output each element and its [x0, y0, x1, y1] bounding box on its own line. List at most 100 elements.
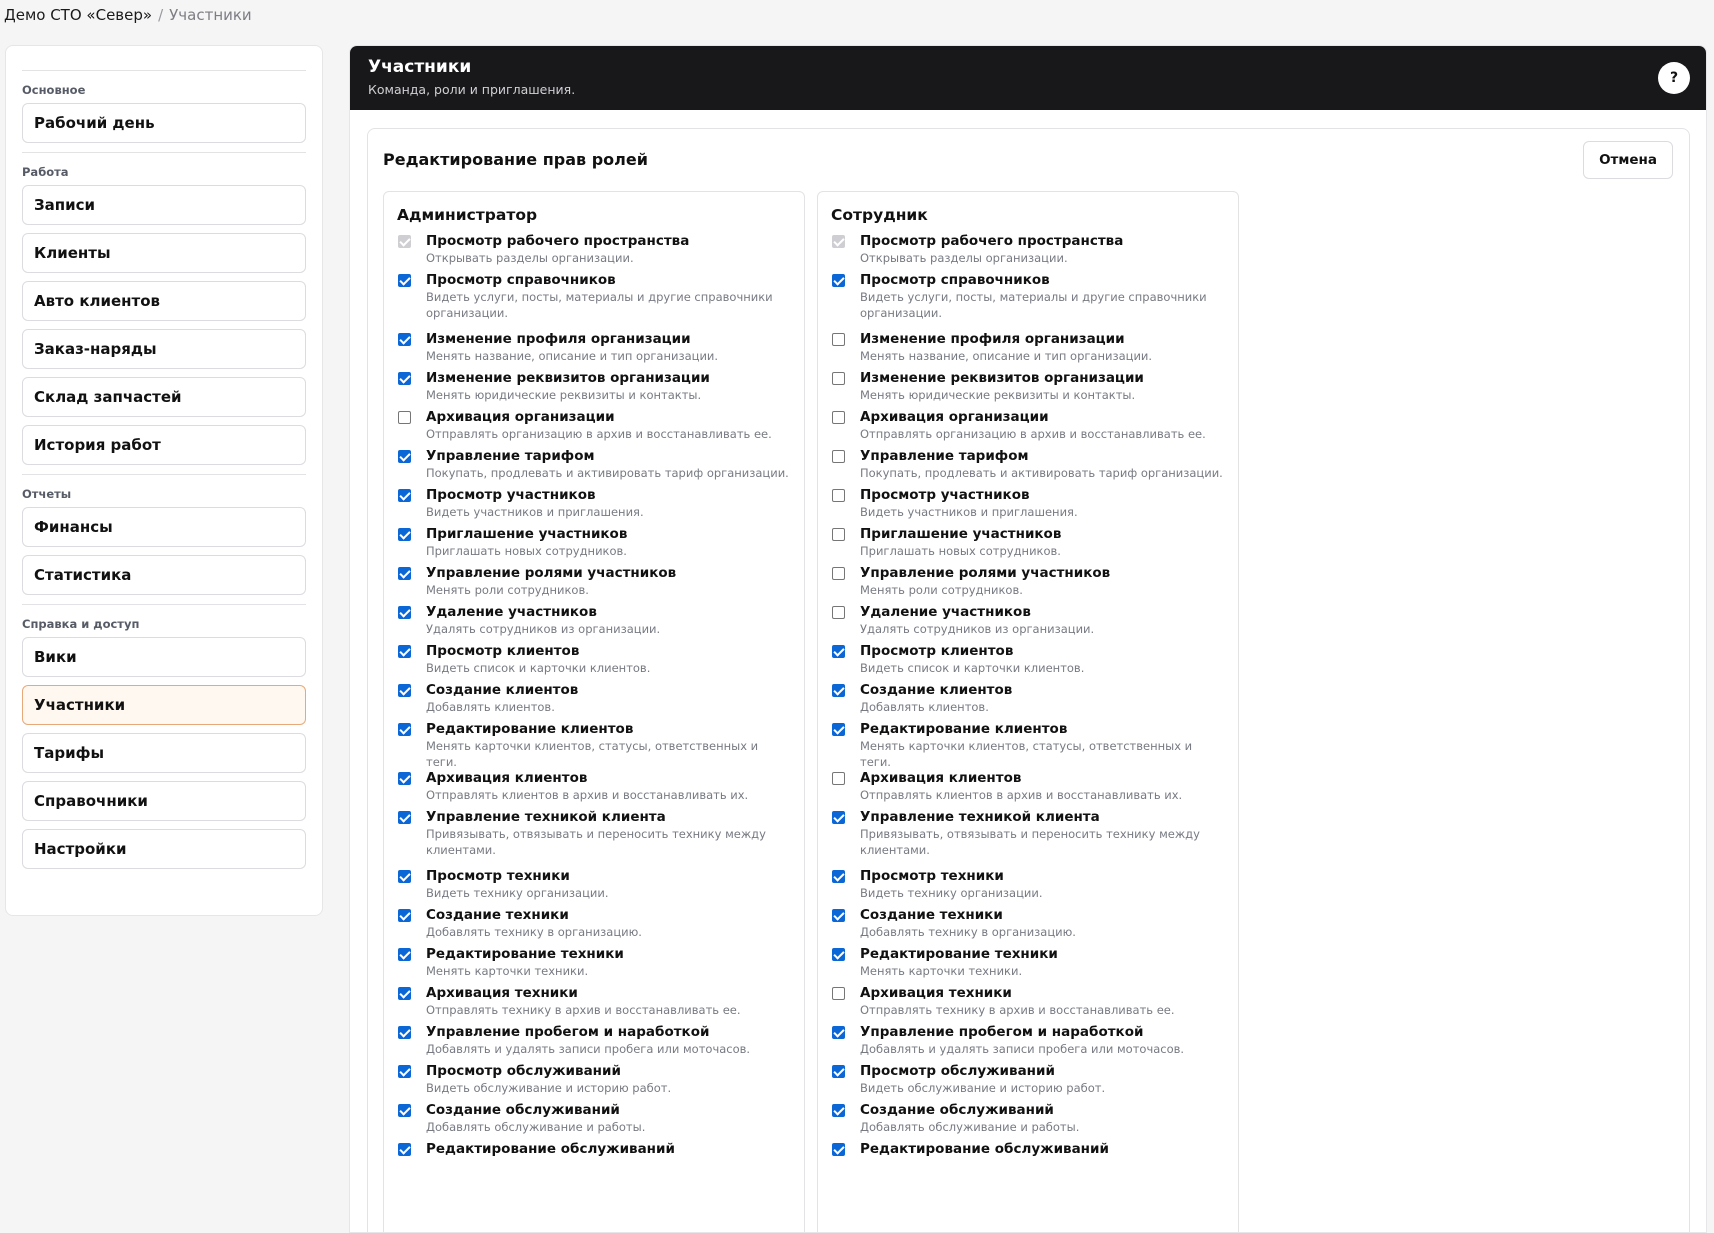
sidebar-item[interactable]: Записи	[22, 185, 306, 225]
permission-checkbox[interactable]	[832, 987, 845, 1000]
permission-checkbox[interactable]	[832, 948, 845, 961]
permission-checkbox[interactable]	[832, 909, 845, 922]
permission-checkbox[interactable]	[398, 723, 411, 736]
permission-row: Просмотр техники Видеть технику организац…	[831, 868, 1225, 907]
permission-checkbox[interactable]	[398, 372, 411, 385]
permission-checkbox[interactable]	[832, 1143, 845, 1156]
permission-checkbox[interactable]	[398, 811, 411, 824]
permission-description: Покупать, продлевать и активировать тари…	[426, 466, 789, 480]
permission-row: Архивация организации Отправлять организа…	[831, 409, 1225, 448]
sidebar-item[interactable]: Финансы	[22, 507, 306, 547]
breadcrumb-org[interactable]: Демо СТО «Север»	[4, 6, 152, 24]
permission-row: Просмотр клиентов Видеть список и карточк…	[831, 643, 1225, 682]
permission-checkbox[interactable]	[832, 567, 845, 580]
permission-checkbox[interactable]	[398, 684, 411, 697]
permission-checkbox[interactable]	[832, 1104, 845, 1117]
sidebar-item[interactable]: Вики	[22, 637, 306, 677]
permission-name: Управление пробегом и наработкой	[860, 1024, 1144, 1040]
permission-description: Привязывать, отвязывать и переносить тех…	[860, 827, 1200, 857]
permission-checkbox[interactable]	[398, 274, 411, 287]
permission-checkbox[interactable]	[398, 411, 411, 424]
sidebar-group: Работа Записи Клиенты Авто клиентов Заказ-на…	[22, 165, 306, 465]
permission-checkbox[interactable]	[398, 1104, 411, 1117]
permission-checkbox[interactable]	[832, 333, 845, 346]
permission-checkbox[interactable]	[398, 1026, 411, 1039]
permission-checkbox[interactable]	[398, 333, 411, 346]
permission-checkbox[interactable]	[398, 489, 411, 502]
permission-checkbox[interactable]	[832, 684, 845, 697]
permission-text: Управление тарифом Покупать, продлевать и…	[426, 448, 791, 481]
sidebar-item[interactable]: Участники	[22, 685, 306, 725]
permission-text: Архивация организации Отправлять организа…	[426, 409, 791, 442]
permission-row: Архивация техники Отправлять технику в ар…	[831, 985, 1225, 1024]
permission-description: Покупать, продлевать и активировать тари…	[860, 466, 1223, 480]
permission-text: Управление техникой клиента Привязывать, …	[426, 809, 791, 858]
permission-checkbox[interactable]	[832, 372, 845, 385]
permission-name: Управление тарифом	[860, 448, 1029, 464]
permission-checkbox[interactable]	[398, 450, 411, 463]
permission-description: Отправлять организацию в архив и восстан…	[426, 427, 772, 441]
permission-text: Архивация клиентов Отправлять клиентов в …	[860, 770, 1225, 803]
sidebar-item[interactable]: Статистика	[22, 555, 306, 595]
permission-name: Архивация техники	[860, 985, 1012, 1001]
permission-row: Создание обслуживаний Добавлять обслужива…	[831, 1102, 1225, 1141]
permission-name: Изменение профиля организации	[860, 331, 1125, 347]
permission-row: Архивация организации Отправлять организа…	[397, 409, 791, 448]
permission-checkbox[interactable]	[398, 528, 411, 541]
permission-checkbox[interactable]	[832, 811, 845, 824]
permission-description: Отправлять технику в архив и восстанавли…	[860, 1003, 1175, 1017]
page-title: Участники	[368, 57, 472, 77]
permission-checkbox[interactable]	[832, 450, 845, 463]
permission-description: Приглашать новых сотрудников.	[426, 544, 627, 558]
permission-row: Изменение реквизитов организации Менять ю…	[397, 370, 791, 409]
page-header: Участники Команда, роли и приглашения. ?	[350, 46, 1706, 110]
permission-text: Управление пробегом и наработкой Добавлят…	[860, 1024, 1225, 1057]
permission-row: Управление тарифом Покупать, продлевать и…	[831, 448, 1225, 487]
permission-checkbox[interactable]	[832, 772, 845, 785]
permission-checkbox[interactable]	[832, 411, 845, 424]
permission-checkbox[interactable]	[832, 489, 845, 502]
sidebar-item[interactable]: Заказ-наряды	[22, 329, 306, 369]
permission-checkbox[interactable]	[832, 528, 845, 541]
permission-name: Изменение реквизитов организации	[860, 370, 1144, 386]
permission-description: Менять карточки техники.	[860, 964, 1023, 978]
permission-description: Менять карточки клиентов, статусы, ответ…	[860, 739, 1193, 769]
permission-checkbox[interactable]	[832, 870, 845, 883]
permission-name: Управление техникой клиента	[860, 809, 1100, 825]
sidebar-item[interactable]: Справочники	[22, 781, 306, 821]
permission-checkbox[interactable]	[832, 645, 845, 658]
permission-description: Отправлять технику в архив и восстанавли…	[426, 1003, 741, 1017]
permission-checkbox[interactable]	[398, 948, 411, 961]
permission-checkbox[interactable]	[832, 274, 845, 287]
role-title: Сотрудник	[831, 206, 928, 224]
permission-text: Редактирование техники Менять карточки те…	[426, 946, 791, 979]
sidebar-item[interactable]: Тарифы	[22, 733, 306, 773]
sidebar-item[interactable]: Авто клиентов	[22, 281, 306, 321]
permission-checkbox[interactable]	[832, 1026, 845, 1039]
permission-checkbox	[832, 235, 845, 248]
permission-checkbox[interactable]	[398, 870, 411, 883]
permission-name: Изменение реквизитов организации	[426, 370, 710, 386]
sidebar-item[interactable]: Склад запчастей	[22, 377, 306, 417]
permission-checkbox[interactable]	[832, 1065, 845, 1078]
sidebar-item[interactable]: Клиенты	[22, 233, 306, 273]
permission-checkbox[interactable]	[398, 1143, 411, 1156]
permission-checkbox[interactable]	[398, 909, 411, 922]
permission-checkbox[interactable]	[832, 723, 845, 736]
permission-name: Просмотр обслуживаний	[426, 1063, 621, 1079]
help-button[interactable]: ?	[1658, 62, 1690, 94]
permission-checkbox[interactable]	[398, 772, 411, 785]
sidebar-item[interactable]: История работ	[22, 425, 306, 465]
permission-checkbox[interactable]	[832, 606, 845, 619]
permission-checkbox[interactable]	[398, 1065, 411, 1078]
permission-description: Менять название, описание и тип организа…	[860, 349, 1153, 363]
permission-checkbox[interactable]	[398, 606, 411, 619]
sidebar-item[interactable]: Рабочий день	[22, 103, 306, 143]
permission-checkbox[interactable]	[398, 987, 411, 1000]
permission-name: Редактирование обслуживаний	[860, 1141, 1109, 1157]
sidebar-item[interactable]: Настройки	[22, 829, 306, 869]
permission-checkbox[interactable]	[398, 567, 411, 580]
cancel-button[interactable]: Отмена	[1583, 141, 1673, 179]
permission-checkbox[interactable]	[398, 645, 411, 658]
permission-text: Создание клиентов Добавлять клиентов.	[860, 682, 1225, 715]
